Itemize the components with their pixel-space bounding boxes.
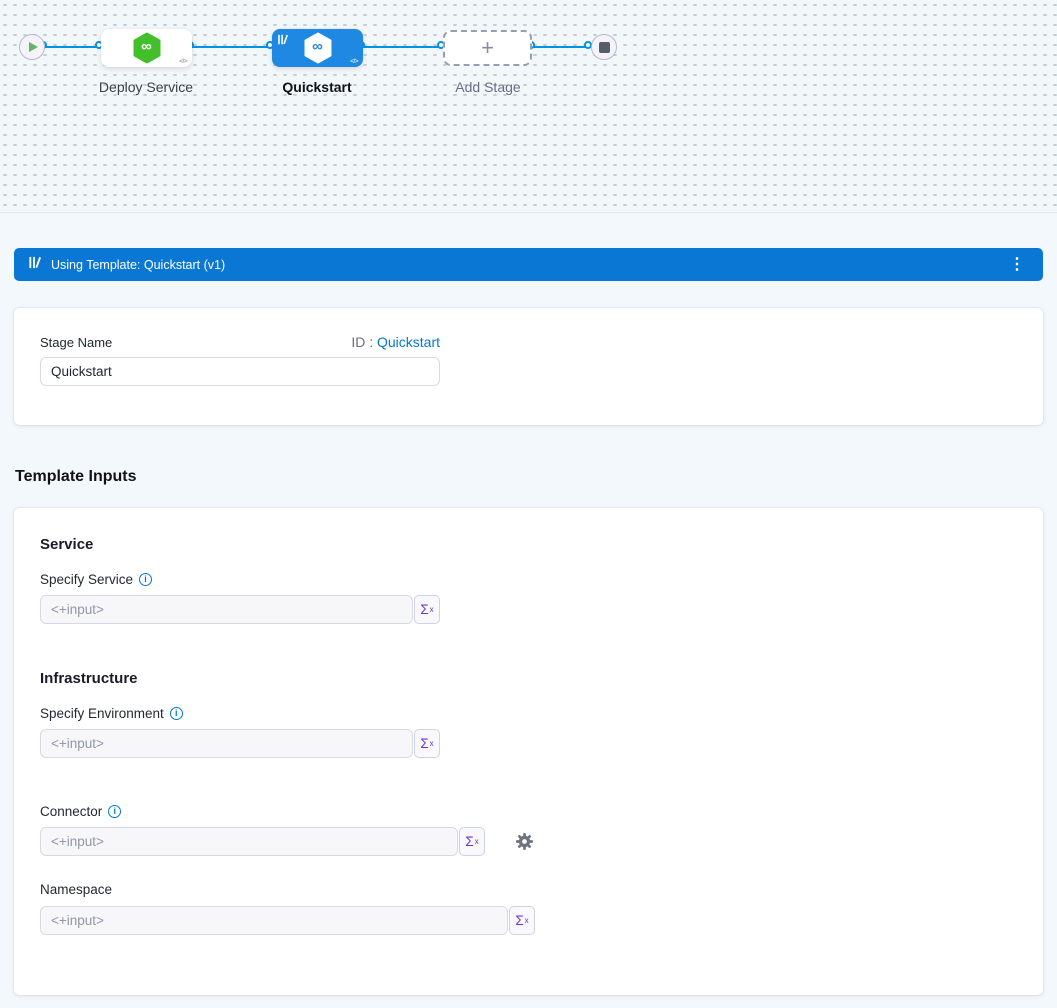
template-inputs-heading: Template Inputs [15,468,1043,486]
harness-cd-icon: ∞ [133,32,161,64]
template-icon [277,32,288,50]
template-icon [28,256,41,274]
stage-name-input[interactable] [40,357,440,386]
stage-name-card: Stage Name ID : Quickstart [14,308,1043,425]
stage-node-deploy-service[interactable]: ∞ </> [101,29,192,67]
play-icon [29,42,38,52]
specify-service-label: Specify Service i [40,572,1017,587]
specify-environment-input[interactable] [40,729,413,758]
info-icon[interactable]: i [108,805,121,818]
code-icon: </> [350,58,358,65]
pipeline-start-node[interactable] [19,34,45,60]
using-template-banner: Using Template: Quickstart (v1) ⋮ [14,248,1043,281]
node-label-add-stage: Add Stage [418,79,558,95]
section-infrastructure: Infrastructure [40,670,1017,687]
edge-line [192,46,272,48]
namespace-label: Namespace [40,882,1017,897]
node-label-quickstart: Quickstart [247,79,387,95]
expression-button[interactable]: Σx [509,906,535,935]
stage-node-quickstart[interactable]: ∞ </> [272,29,363,67]
expression-button[interactable]: Σx [414,729,440,758]
section-service: Service [40,536,1017,553]
info-icon[interactable]: i [139,573,152,586]
namespace-input[interactable] [40,906,508,935]
edge-line [363,46,443,48]
specify-environment-label: Specify Environment i [40,706,1017,721]
stage-name-label: Stage Name [40,335,112,350]
kebab-menu-icon[interactable]: ⋮ [1005,257,1029,273]
expression-button[interactable]: Σx [459,827,485,856]
expression-button[interactable]: Σx [414,595,440,624]
info-icon[interactable]: i [170,707,183,720]
pipeline-end-node[interactable] [591,34,617,60]
edge-line [45,46,101,48]
stage-id: ID : Quickstart [351,334,440,350]
node-label-deploy-service: Deploy Service [76,79,216,95]
specify-service-input[interactable] [40,595,413,624]
connector-settings-gear-icon[interactable] [515,832,534,851]
add-stage-button[interactable]: + [443,30,532,66]
stage-config-panel: Using Template: Quickstart (v1) ⋮ Stage … [0,213,1057,1008]
banner-text: Using Template: Quickstart (v1) [51,258,1005,272]
template-inputs-card: Service Specify Service i Σx Infrastruct… [14,508,1043,995]
connector-label: Connector i [40,804,1017,819]
edge-line [533,46,591,48]
code-icon: </> [179,58,187,65]
harness-cd-icon: ∞ [304,32,332,64]
plus-icon: + [481,37,494,59]
pipeline-canvas[interactable]: ∞ </> ∞ </> + Deploy Service Quickstart … [0,0,1057,213]
stage-id-link[interactable]: Quickstart [377,334,440,350]
connector-input[interactable] [40,827,458,856]
stop-icon [599,42,610,53]
